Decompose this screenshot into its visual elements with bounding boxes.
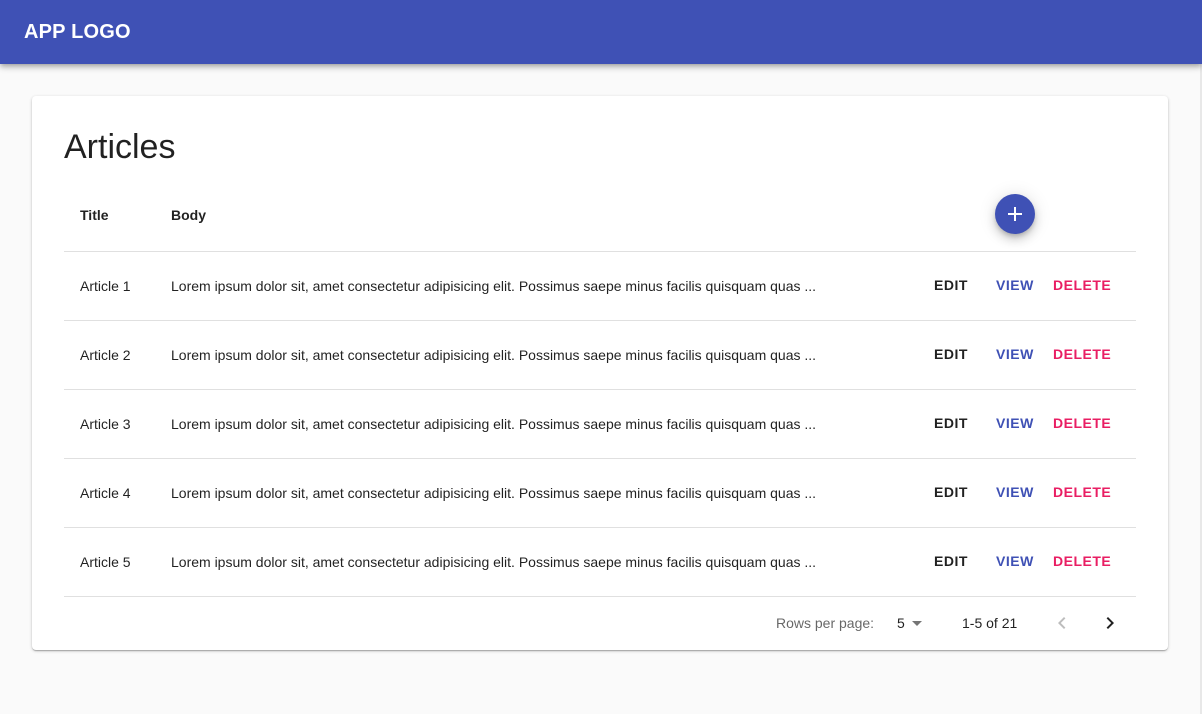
edit-button[interactable]: EDIT [934,414,968,432]
article-body-cell: Lorem ipsum dolor sit, amet consectetur … [171,347,817,363]
article-body-cell: Lorem ipsum dolor sit, amet consectetur … [171,416,817,432]
delete-button[interactable]: DELETE [1053,276,1111,294]
edit-button[interactable]: EDIT [934,345,968,363]
edit-button[interactable]: EDIT [934,552,968,570]
article-body-cell: Lorem ipsum dolor sit, amet consectetur … [171,554,817,570]
chevron-right-icon [1106,617,1114,629]
article-title-cell: Article 2 [80,347,131,363]
edit-button[interactable]: EDIT [934,483,968,501]
table-row: Article 2 Lorem ipsum dolor sit, amet con… [64,321,1136,390]
table-header: Title Body [64,180,1136,252]
article-body-cell: Lorem ipsum dolor sit, amet consectetur … [171,278,817,294]
column-header-title: Title [80,207,109,223]
table-row: Article 3 Lorem ipsum dolor sit, amet con… [64,390,1136,459]
table-body: Article 1 Lorem ipsum dolor sit, amet con… [64,252,1136,597]
article-title-cell: Article 1 [80,278,131,294]
article-title-cell: Article 5 [80,554,131,570]
app-bar: APP LOGO [0,0,1202,64]
plus-icon [1008,207,1022,221]
view-button[interactable]: VIEW [996,552,1034,570]
articles-table: Title Body Article 1 Lorem ipsum dolor si… [64,180,1136,649]
rows-per-page-value: 5 [897,615,905,631]
delete-button[interactable]: DELETE [1053,483,1111,501]
view-button[interactable]: VIEW [996,483,1034,501]
articles-card: Articles Title Body Article 1 Lorem ipsum… [32,96,1168,650]
rows-per-page-label: Rows per page: [776,615,875,631]
rows-per-page-select[interactable]: 5 [897,612,929,634]
previous-page-button[interactable] [1048,609,1076,637]
table-row: Article 5 Lorem ipsum dolor sit, amet con… [64,528,1136,597]
table-row: Article 4 Lorem ipsum dolor sit, amet con… [64,459,1136,528]
delete-button[interactable]: DELETE [1053,414,1111,432]
chevron-left-icon [1058,617,1066,629]
delete-button[interactable]: DELETE [1053,345,1111,363]
article-body-cell: Lorem ipsum dolor sit, amet consectetur … [171,485,817,501]
article-title-cell: Article 3 [80,416,131,432]
edit-button[interactable]: EDIT [934,276,968,294]
pagination-range: 1-5 of 21 [962,615,1018,631]
delete-button[interactable]: DELETE [1053,552,1111,570]
view-button[interactable]: VIEW [996,276,1034,294]
page-title: Articles [64,128,176,166]
caret-down-icon [912,621,922,626]
view-button[interactable]: VIEW [996,414,1034,432]
view-button[interactable]: VIEW [996,345,1034,363]
column-header-body: Body [171,207,206,223]
add-article-button[interactable] [995,194,1035,234]
next-page-button[interactable] [1096,609,1124,637]
app-logo[interactable]: APP LOGO [24,20,131,44]
table-row: Article 1 Lorem ipsum dolor sit, amet con… [64,252,1136,321]
article-title-cell: Article 4 [80,485,131,501]
table-pagination: Rows per page: 5 1-5 of 21 [64,597,1136,649]
